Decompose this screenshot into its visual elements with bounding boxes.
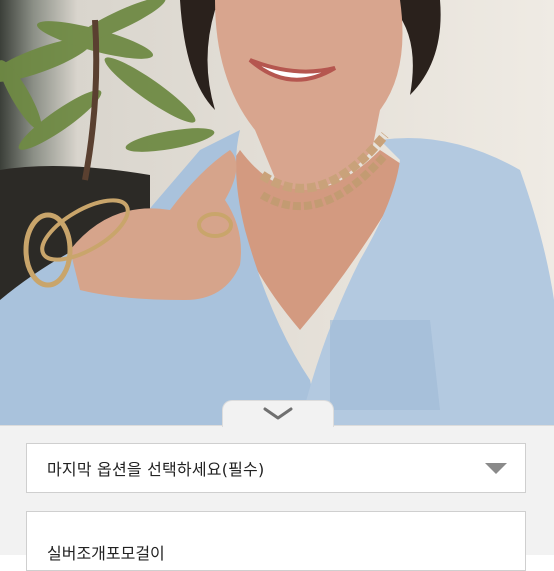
option-select-dropdown[interactable]: 마지막 옵션을 선택하세요(필수) xyxy=(26,443,526,493)
selected-option-item[interactable]: 실버조개포모걸이 xyxy=(26,511,526,571)
product-photo-illustration xyxy=(0,0,554,425)
chevron-down-icon xyxy=(263,407,293,420)
collapse-sheet-button[interactable] xyxy=(222,400,334,427)
option-select-placeholder: 마지막 옵션을 선택하세요(필수) xyxy=(47,460,265,479)
triangle-down-icon xyxy=(485,462,507,474)
product-photo xyxy=(0,0,554,425)
